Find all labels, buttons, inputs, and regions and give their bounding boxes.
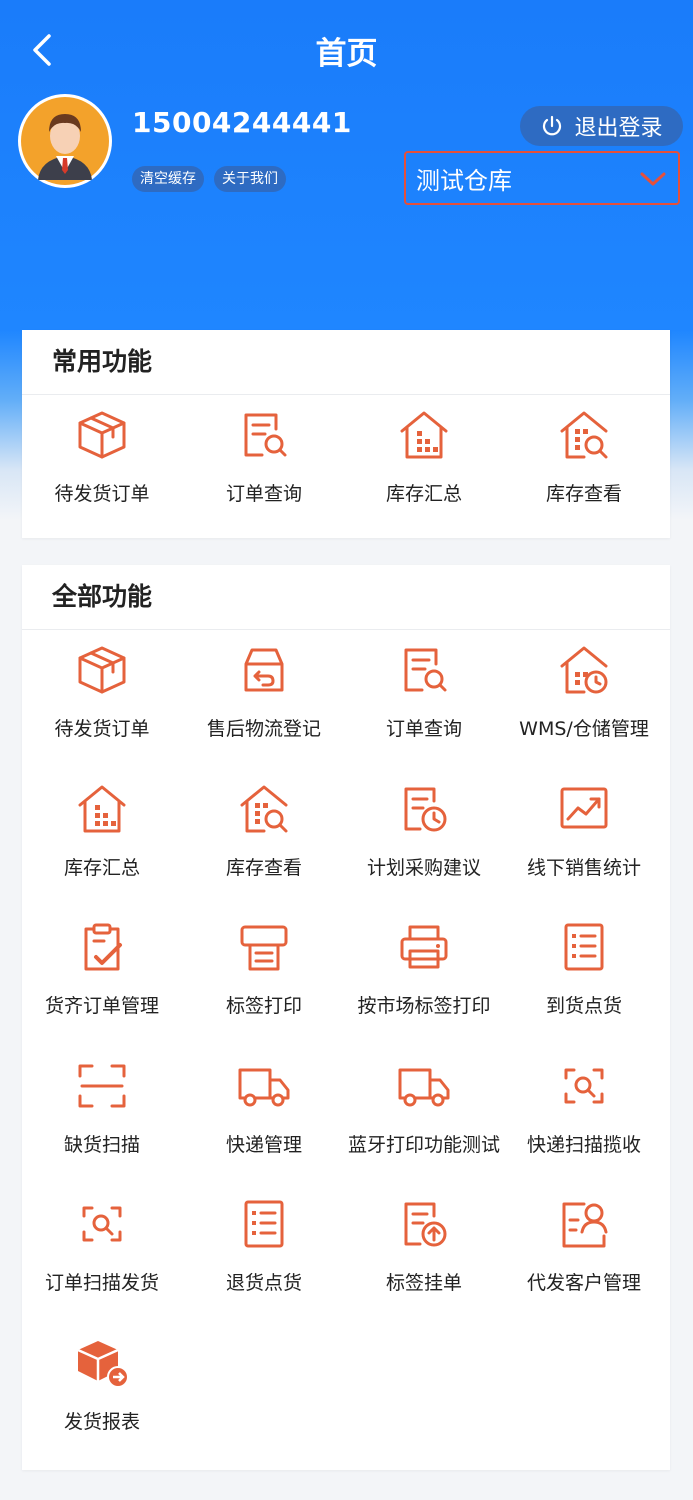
function-label: 库存汇总: [63, 856, 140, 879]
page-title: 首页: [315, 36, 378, 72]
warehouse-select[interactable]: 测试仓库: [404, 151, 680, 205]
function-label-printer-tile[interactable]: 标签打印: [184, 911, 344, 1051]
truck-icon: [398, 1068, 450, 1106]
document-upload-icon: [404, 1202, 447, 1247]
function-scan-search-tile[interactable]: 订单扫描发货: [22, 1188, 182, 1328]
function-document-search-tile[interactable]: 订单查询: [344, 634, 504, 774]
function-truck-tile[interactable]: 快递管理: [184, 1050, 344, 1190]
document-search-icon: [404, 648, 447, 692]
truck-icon: [238, 1068, 290, 1106]
function-label: 货齐订单管理: [44, 995, 159, 1017]
function-package-tile[interactable]: 待发货订单: [22, 634, 182, 774]
trend-chart-icon: [560, 787, 608, 828]
function-warehouse-tile[interactable]: 库存汇总: [22, 773, 182, 913]
function-document-search-tile[interactable]: 订单查询: [184, 399, 344, 539]
clipboard-check-icon: [84, 923, 122, 971]
function-label: WMS/仓储管理: [519, 718, 649, 740]
all-functions-title: 全部功能: [22, 565, 670, 630]
logout-button[interactable]: 退出登录: [520, 106, 683, 146]
scan-search-icon: [82, 1206, 122, 1242]
warehouse-icon: [78, 785, 126, 832]
function-package-arrow-tile[interactable]: 发货报表: [22, 1327, 182, 1467]
scan-frame-icon: [78, 1064, 126, 1107]
function-label: 快递扫描揽收: [526, 1133, 641, 1156]
function-label: 按市场标签打印: [357, 995, 491, 1017]
function-label: 标签打印: [225, 995, 302, 1017]
function-document-upload-tile[interactable]: 标签挂单: [344, 1188, 504, 1328]
all-functions-card: 全部功能 待发货订单 售后物流登记 订单查询 WMS/仓储管理库存汇总 库存查看 计划采购…: [22, 565, 670, 1470]
function-label: 计划采购建议: [366, 856, 481, 879]
function-warehouse-clock-tile[interactable]: WMS/仓储管理: [504, 634, 664, 774]
function-warehouse-tile[interactable]: 库存汇总: [344, 399, 504, 539]
function-checklist-tile[interactable]: 到货点货: [504, 911, 664, 1051]
function-customer-card-tile[interactable]: 代发客户管理: [504, 1188, 664, 1328]
function-label: 到货点货: [545, 995, 622, 1017]
warehouse-value: 测试仓库: [416, 166, 512, 195]
function-printer-tile[interactable]: 按市场标签打印: [344, 911, 504, 1051]
function-label: 标签挂单: [385, 1272, 462, 1294]
checklist-icon: [244, 1200, 284, 1248]
function-label: 订单查询: [225, 483, 302, 505]
clear-cache-button[interactable]: 清空缓存: [132, 166, 204, 192]
document-clock-icon: [404, 787, 447, 831]
about-us-button[interactable]: 关于我们: [214, 166, 286, 192]
common-functions-title: 常用功能: [22, 330, 670, 395]
label-printer-icon: [240, 925, 288, 971]
function-scan-search-tile[interactable]: 快递扫描揽收: [504, 1050, 664, 1190]
function-label: 代发客户管理: [526, 1272, 641, 1294]
function-scan-frame-tile[interactable]: 缺货扫描: [22, 1050, 182, 1190]
function-label: 蓝牙打印功能测试: [347, 1133, 500, 1156]
power-icon: [543, 115, 562, 136]
package-icon: [78, 646, 126, 694]
avatar[interactable]: [18, 94, 112, 188]
warehouse-search-icon: [560, 411, 608, 459]
warehouse-search-icon: [240, 785, 288, 832]
customer-card-icon: [562, 1202, 608, 1248]
user-phone: 15004244441: [132, 106, 352, 139]
printer-icon: [400, 925, 448, 969]
function-label: 线下销售统计: [526, 856, 641, 879]
package-icon: [78, 411, 126, 459]
common-functions-card: 常用功能 待发货订单 订单查询 库存汇总 库存查看: [22, 330, 670, 538]
chevron-down-icon: [640, 172, 666, 186]
function-label: 发货报表: [63, 1410, 140, 1433]
function-warehouse-search-tile[interactable]: 库存查看: [184, 773, 344, 913]
function-label: 库存查看: [225, 856, 302, 879]
function-label: 退货点货: [225, 1272, 302, 1294]
function-return-box-tile[interactable]: 售后物流登记: [184, 634, 344, 774]
function-warehouse-search-tile[interactable]: 库存查看: [504, 399, 664, 539]
function-label: 快递管理: [225, 1133, 302, 1156]
function-trend-chart-tile[interactable]: 线下销售统计: [504, 773, 664, 913]
scan-search-icon: [564, 1068, 604, 1103]
function-truck-tile[interactable]: 蓝牙打印功能测试: [344, 1050, 504, 1190]
function-checklist-tile[interactable]: 退货点货: [184, 1188, 344, 1328]
checklist-icon: [564, 923, 604, 971]
function-label: 售后物流登记: [206, 718, 321, 740]
warehouse-icon: [400, 411, 448, 459]
function-label: 待发货订单: [54, 483, 150, 505]
avatar-image-icon: [21, 97, 109, 185]
function-label: 待发货订单: [54, 718, 150, 740]
function-label: 订单扫描发货: [44, 1272, 159, 1294]
package-arrow-icon: [77, 1340, 129, 1388]
function-clipboard-check-tile[interactable]: 货齐订单管理: [22, 911, 182, 1051]
function-document-clock-tile[interactable]: 计划采购建议: [344, 773, 504, 913]
logout-label: 退出登录: [574, 116, 663, 141]
function-package-tile[interactable]: 待发货订单: [22, 399, 182, 539]
function-label: 订单查询: [385, 718, 462, 740]
warehouse-clock-icon: [560, 646, 608, 694]
function-label: 库存查看: [545, 483, 622, 505]
function-label: 缺货扫描: [63, 1133, 140, 1156]
function-label: 库存汇总: [385, 483, 462, 505]
document-search-icon: [244, 413, 287, 457]
return-box-icon: [244, 648, 284, 692]
